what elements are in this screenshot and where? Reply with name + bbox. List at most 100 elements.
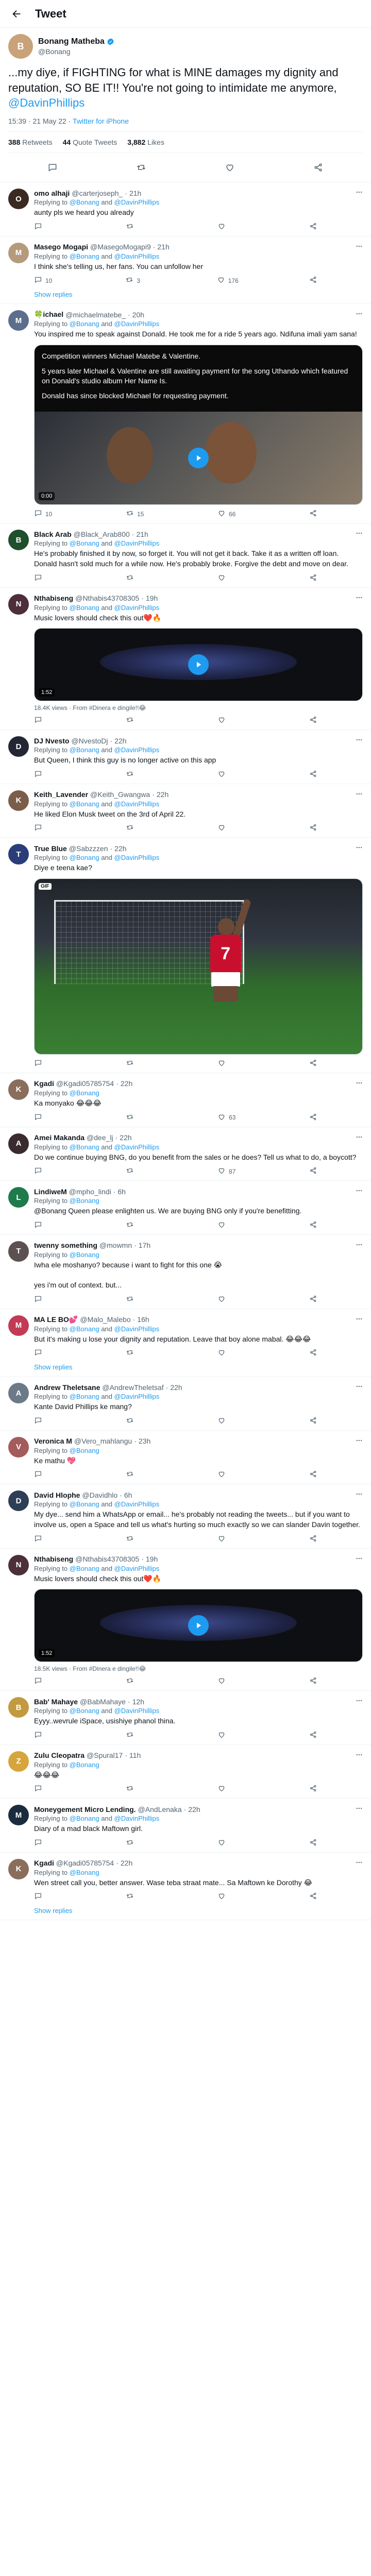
reply-author-name[interactable]: twenny something [34,1241,97,1249]
share-action[interactable] [309,1348,330,1358]
reply-action[interactable] [34,716,55,725]
avatar[interactable]: T [8,1241,29,1262]
avatar[interactable]: Z [8,1751,29,1772]
reply-time[interactable]: 22h [157,790,168,799]
reply-action[interactable] [34,1676,55,1686]
mention-link[interactable]: @Bonang [70,1143,99,1151]
share-action[interactable] [309,1676,330,1686]
more-options-icon[interactable] [351,1187,363,1196]
reply-author-name[interactable]: DJ Nvesto [34,737,69,745]
share-icon[interactable] [309,573,317,583]
avatar[interactable]: M [8,1805,29,1826]
avatar[interactable]: N [8,1554,29,1575]
retweet-action[interactable] [126,1534,146,1544]
reply-author-handle[interactable]: @BabMahaye [80,1698,126,1706]
more-options-icon[interactable] [351,1805,363,1814]
video-player[interactable]: 1:52 [35,629,362,701]
more-options-icon[interactable] [351,1490,363,1499]
mention-link[interactable]: @DavinPhillips [114,1325,160,1333]
reply-time[interactable]: 21h [157,243,169,251]
retweet-action[interactable]: 15 [126,509,146,519]
reply-time[interactable]: 21h [136,530,148,538]
play-icon[interactable] [188,448,209,469]
like-action[interactable] [217,1470,238,1480]
like-icon[interactable] [217,509,226,519]
retweet-icon[interactable] [126,1731,134,1740]
reply-author-name[interactable]: David Hlophe [34,1491,80,1499]
reply-author-name[interactable]: Bab' Mahaye [34,1698,78,1706]
reply-action[interactable] [34,770,55,779]
mention-link[interactable]: @DavinPhillips [114,1707,160,1715]
reply-time[interactable]: 22h [188,1805,200,1814]
share-action[interactable] [309,1295,330,1304]
like-icon[interactable] [217,1676,226,1686]
reply-icon[interactable] [34,1295,42,1304]
reply-time[interactable]: 12h [132,1698,144,1706]
retweet-icon[interactable] [126,573,134,583]
more-options-icon[interactable] [351,1241,363,1250]
retweet-icon[interactable] [126,1113,134,1123]
mention-link[interactable]: @DavinPhillips [114,539,160,547]
avatar[interactable]: K [8,790,29,811]
share-icon[interactable] [309,1892,317,1902]
reply-time[interactable]: 22h [121,1859,132,1867]
like-action[interactable] [217,1348,238,1358]
retweet-action[interactable] [126,1784,146,1794]
like-action[interactable] [217,823,238,833]
like-icon[interactable] [217,1838,226,1848]
reply-time[interactable]: 22h [121,1079,132,1088]
like-action[interactable] [217,222,238,232]
more-options-icon[interactable] [351,1859,363,1868]
share-icon[interactable] [309,1731,317,1740]
retweet-icon[interactable] [126,716,134,725]
reply-author-handle[interactable]: @Kgadi05785754 [56,1859,114,1867]
avatar[interactable]: D [8,736,29,757]
share-action[interactable] [309,1892,330,1902]
retweet-icon[interactable] [126,1892,134,1902]
avatar[interactable]: B [8,1697,29,1718]
reply-author-handle[interactable]: @carterjoseph_ [72,189,123,197]
reply-time[interactable]: 22h [120,1133,131,1142]
play-icon[interactable] [188,654,209,675]
like-icon[interactable] [217,573,226,583]
mention-link[interactable]: @Bonang [70,1393,99,1400]
reply-time[interactable]: 19h [146,594,158,602]
retweet-action[interactable] [126,1059,146,1069]
retweet-action[interactable] [126,716,146,725]
reply-time[interactable]: 20h [132,311,144,319]
mention-link[interactable]: @DavinPhillips [114,198,160,206]
reply-author-name[interactable]: MA LE BO💕 [34,1315,78,1324]
reply-icon[interactable] [34,1416,42,1426]
reply-time[interactable]: 21h [129,189,141,197]
reply-action[interactable] [34,1416,55,1426]
reply-icon[interactable] [34,509,42,519]
retweet-action[interactable] [126,222,146,232]
reply-author-name[interactable]: Moneygement Micro Lending. [34,1805,136,1814]
retweet-icon[interactable] [126,770,134,779]
reply-icon[interactable] [34,770,42,779]
reply-icon[interactable] [34,1166,42,1176]
reply-author-name[interactable]: Andrew Theletsane [34,1383,100,1392]
reply-author-handle[interactable]: @michaelmatebe_ [65,311,126,319]
retweet-action[interactable]: 3 [125,276,146,285]
retweets-stat[interactable]: 388 Retweets [8,138,53,146]
reply-author-handle[interactable]: @Nthabis43708305 [75,1555,139,1563]
mention-link[interactable]: @Bonang [70,1447,99,1454]
reply-action[interactable] [34,1166,55,1176]
share-action[interactable] [309,1166,330,1176]
share-action[interactable] [309,276,330,285]
avatar[interactable]: A [8,1383,29,1404]
reply-time[interactable]: 22h [114,737,126,745]
avatar[interactable]: L [8,1187,29,1208]
reply-icon[interactable] [34,222,42,232]
retweet-icon[interactable] [125,276,133,285]
mention-link[interactable]: @Bonang [70,604,99,612]
reply-icon[interactable] [34,1784,42,1794]
reply-author-name[interactable]: Veronica M [34,1437,72,1445]
retweet-icon[interactable] [126,1676,134,1686]
like-action[interactable] [217,573,238,583]
share-action[interactable] [309,509,330,519]
retweet-action[interactable] [126,1295,146,1304]
reply-action[interactable] [34,222,55,232]
more-options-icon[interactable] [351,243,363,251]
